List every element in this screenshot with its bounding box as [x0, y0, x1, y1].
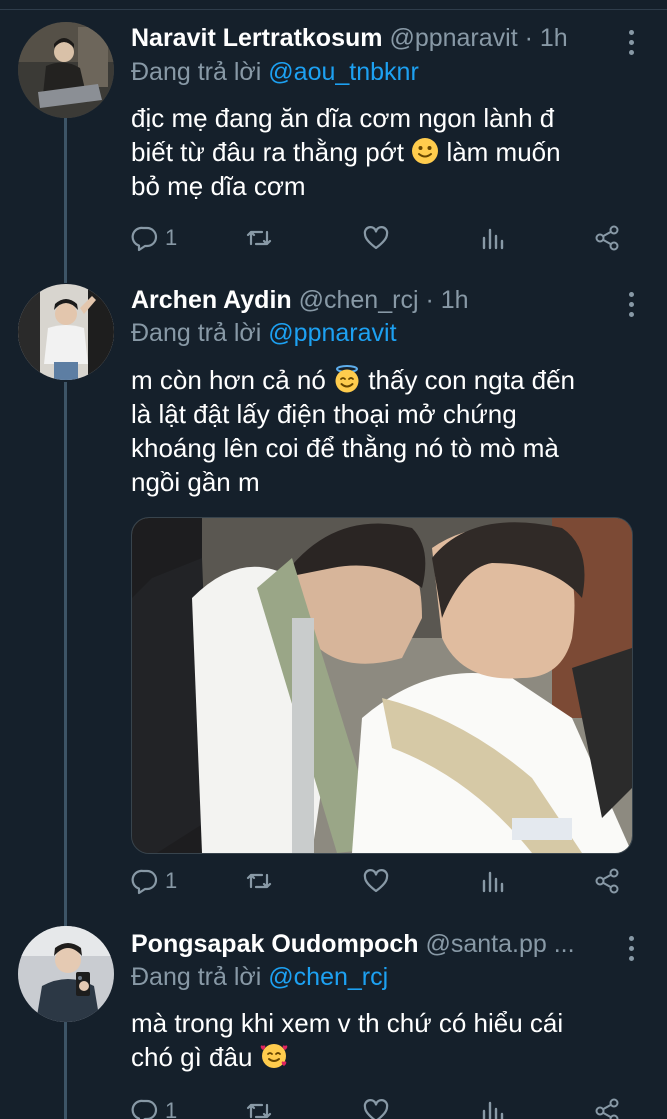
replying-label: Đang trả lời — [131, 58, 262, 86]
analytics-button[interactable] — [479, 223, 507, 253]
analytics-icon — [482, 1101, 504, 1119]
reply-icon — [131, 226, 158, 252]
replying-label: Đang trả lời — [131, 963, 262, 991]
author-name[interactable]: Archen Aydin — [131, 286, 292, 314]
text-line: biết từ đâu ra thằng pớt — [131, 137, 404, 167]
text-line: khoáng lên coi để thằng nó tò mò mà — [131, 433, 559, 463]
share-icon — [595, 225, 619, 251]
slightly-smiling-face-icon — [411, 137, 439, 165]
text-line: thấy con ngta đến — [368, 365, 576, 395]
retweet-icon — [246, 1103, 272, 1119]
replying-label: Đang trả lời — [131, 319, 262, 347]
heart-icon — [363, 1099, 389, 1119]
retweet-button[interactable] — [245, 1096, 273, 1119]
tweet-text: mà trong khi xem v th chứ có hiểu cái ch… — [131, 1006, 641, 1074]
reply-icon — [131, 869, 158, 895]
tweet-text: địc mẹ đang ăn dĩa cơm ngon lành đ biết … — [131, 101, 641, 203]
heart-icon — [363, 869, 389, 893]
smiling-face-with-halo-icon — [333, 365, 361, 393]
text-line: mà trong khi xem v th chứ có hiểu cái — [131, 1008, 564, 1038]
text-line: chó gì đâu — [131, 1042, 253, 1072]
tweet-actions: 1 — [131, 1096, 631, 1119]
avatar[interactable] — [18, 926, 114, 1022]
share-button[interactable] — [593, 1096, 621, 1119]
timestamp[interactable]: 1h — [540, 24, 568, 52]
analytics-button[interactable] — [479, 866, 507, 896]
tweet-text: m còn hơn cả nó thấy con ngta đến là lật… — [131, 363, 641, 499]
analytics-icon — [482, 871, 504, 893]
author-name[interactable]: Pongsapak Oudompoch — [131, 930, 419, 958]
tweet[interactable]: Pongsapak Oudompoch @santa.pp ... Đang t… — [0, 920, 667, 1119]
reply-button[interactable]: 1 — [131, 1096, 177, 1119]
reply-button[interactable]: 1 — [131, 223, 177, 253]
heart-icon — [363, 226, 389, 250]
text-line: địc mẹ đang ăn dĩa cơm ngon lành đ — [131, 103, 555, 133]
tweet-actions: 1 — [131, 223, 631, 253]
tweet[interactable]: Naravit Lertratkosum @ppnaravit · 1h Đan… — [0, 0, 667, 280]
separator: · — [524, 24, 533, 52]
more-icon[interactable] — [629, 30, 637, 60]
share-icon — [595, 1098, 619, 1119]
tweet-photo[interactable] — [131, 517, 633, 854]
retweet-icon — [246, 230, 272, 246]
retweet-button[interactable] — [245, 866, 273, 896]
share-button[interactable] — [593, 223, 621, 253]
share-button[interactable] — [593, 866, 621, 896]
replying-mention[interactable]: @aou_tnbknr — [268, 58, 418, 86]
avatar[interactable] — [18, 284, 114, 380]
reply-button[interactable]: 1 — [131, 866, 177, 896]
like-button[interactable] — [362, 223, 390, 253]
smiling-face-with-hearts-icon — [260, 1042, 288, 1070]
text-line: là lật đật lấy điện thoại mở chứng — [131, 399, 517, 429]
analytics-icon — [482, 228, 504, 250]
avatar[interactable] — [18, 22, 114, 118]
author-handle[interactable]: @santa.pp ... — [425, 930, 574, 958]
tweet-actions: 1 — [131, 866, 631, 896]
timestamp[interactable]: 1h — [441, 286, 469, 314]
more-icon[interactable] — [629, 292, 637, 322]
text-line: bỏ mẹ dĩa cơm — [131, 171, 306, 201]
reply-count: 1 — [165, 225, 178, 250]
author-handle[interactable]: @ppnaravit — [389, 24, 517, 52]
replying-mention[interactable]: @chen_rcj — [268, 963, 388, 991]
like-button[interactable] — [362, 866, 390, 896]
like-button[interactable] — [362, 1096, 390, 1119]
author-name[interactable]: Naravit Lertratkosum — [131, 24, 382, 52]
share-icon — [595, 868, 619, 894]
reply-count: 1 — [165, 1098, 178, 1119]
text-line: ngồi gần m — [131, 467, 260, 497]
separator: · — [425, 286, 434, 314]
reply-count: 1 — [165, 868, 178, 893]
retweet-button[interactable] — [245, 223, 273, 253]
analytics-button[interactable] — [479, 1096, 507, 1119]
retweet-icon — [246, 873, 272, 889]
reply-icon — [131, 1099, 158, 1119]
more-icon[interactable] — [629, 936, 637, 966]
author-handle[interactable]: @chen_rcj — [299, 286, 419, 314]
text-line: làm muốn — [446, 137, 561, 167]
text-line: m còn hơn cả nó — [131, 365, 326, 395]
replying-mention[interactable]: @ppnaravit — [268, 319, 396, 347]
